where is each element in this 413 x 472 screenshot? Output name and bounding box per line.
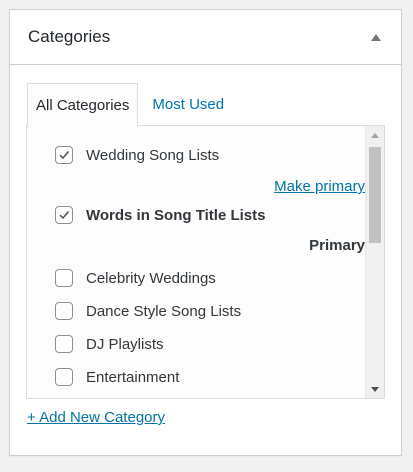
category-tabs: All Categories Most Used: [27, 83, 232, 127]
make-primary-link[interactable]: Make primary: [274, 178, 365, 195]
primary-status: Primary: [309, 237, 365, 254]
tab-all-categories[interactable]: All Categories: [27, 83, 139, 127]
list-item: Wedding Song Lists: [55, 146, 219, 164]
collapse-toggle[interactable]: [368, 29, 384, 45]
scrollbar[interactable]: [365, 126, 384, 398]
triangle-up-icon: [371, 33, 381, 41]
metabox-header: Categories: [10, 10, 401, 65]
category-checkbox[interactable]: [55, 335, 73, 353]
category-checkbox[interactable]: [55, 146, 73, 164]
list-item: DJ Playlists: [55, 335, 164, 353]
list-item: Entertainment: [55, 368, 179, 386]
scrollbar-thumb[interactable]: [369, 147, 381, 243]
category-label: DJ Playlists: [86, 335, 164, 353]
category-checklist: Wedding Song Lists Make primary Words in…: [27, 126, 365, 398]
triangle-down-icon: [371, 386, 379, 392]
list-item: Dance Style Song Lists: [55, 302, 241, 320]
tab-most-used[interactable]: Most Used: [138, 83, 232, 126]
category-label: Dance Style Song Lists: [86, 302, 242, 320]
category-label: Wedding Song Lists: [86, 146, 220, 164]
category-checkbox[interactable]: [55, 269, 73, 287]
category-checkbox[interactable]: [55, 302, 73, 320]
category-label: Words in Song Title Lists: [86, 206, 266, 224]
list-item: Words in Song Title Lists: [55, 206, 265, 224]
category-label: Entertainment: [86, 368, 180, 386]
list-item: Celebrity Weddings: [55, 269, 216, 287]
category-checkbox[interactable]: [55, 206, 73, 224]
category-checklist-panel: Wedding Song Lists Make primary Words in…: [26, 125, 385, 399]
scroll-down-button[interactable]: [366, 380, 384, 398]
triangle-up-icon: [371, 132, 379, 138]
checkmark-icon: [59, 210, 70, 220]
scroll-up-button[interactable]: [366, 126, 384, 144]
category-label: Celebrity Weddings: [86, 269, 216, 287]
category-checkbox[interactable]: [55, 368, 73, 386]
checkmark-icon: [59, 150, 70, 160]
metabox-title: Categories: [28, 27, 111, 46]
add-new-category-link[interactable]: + Add New Category: [27, 409, 165, 426]
